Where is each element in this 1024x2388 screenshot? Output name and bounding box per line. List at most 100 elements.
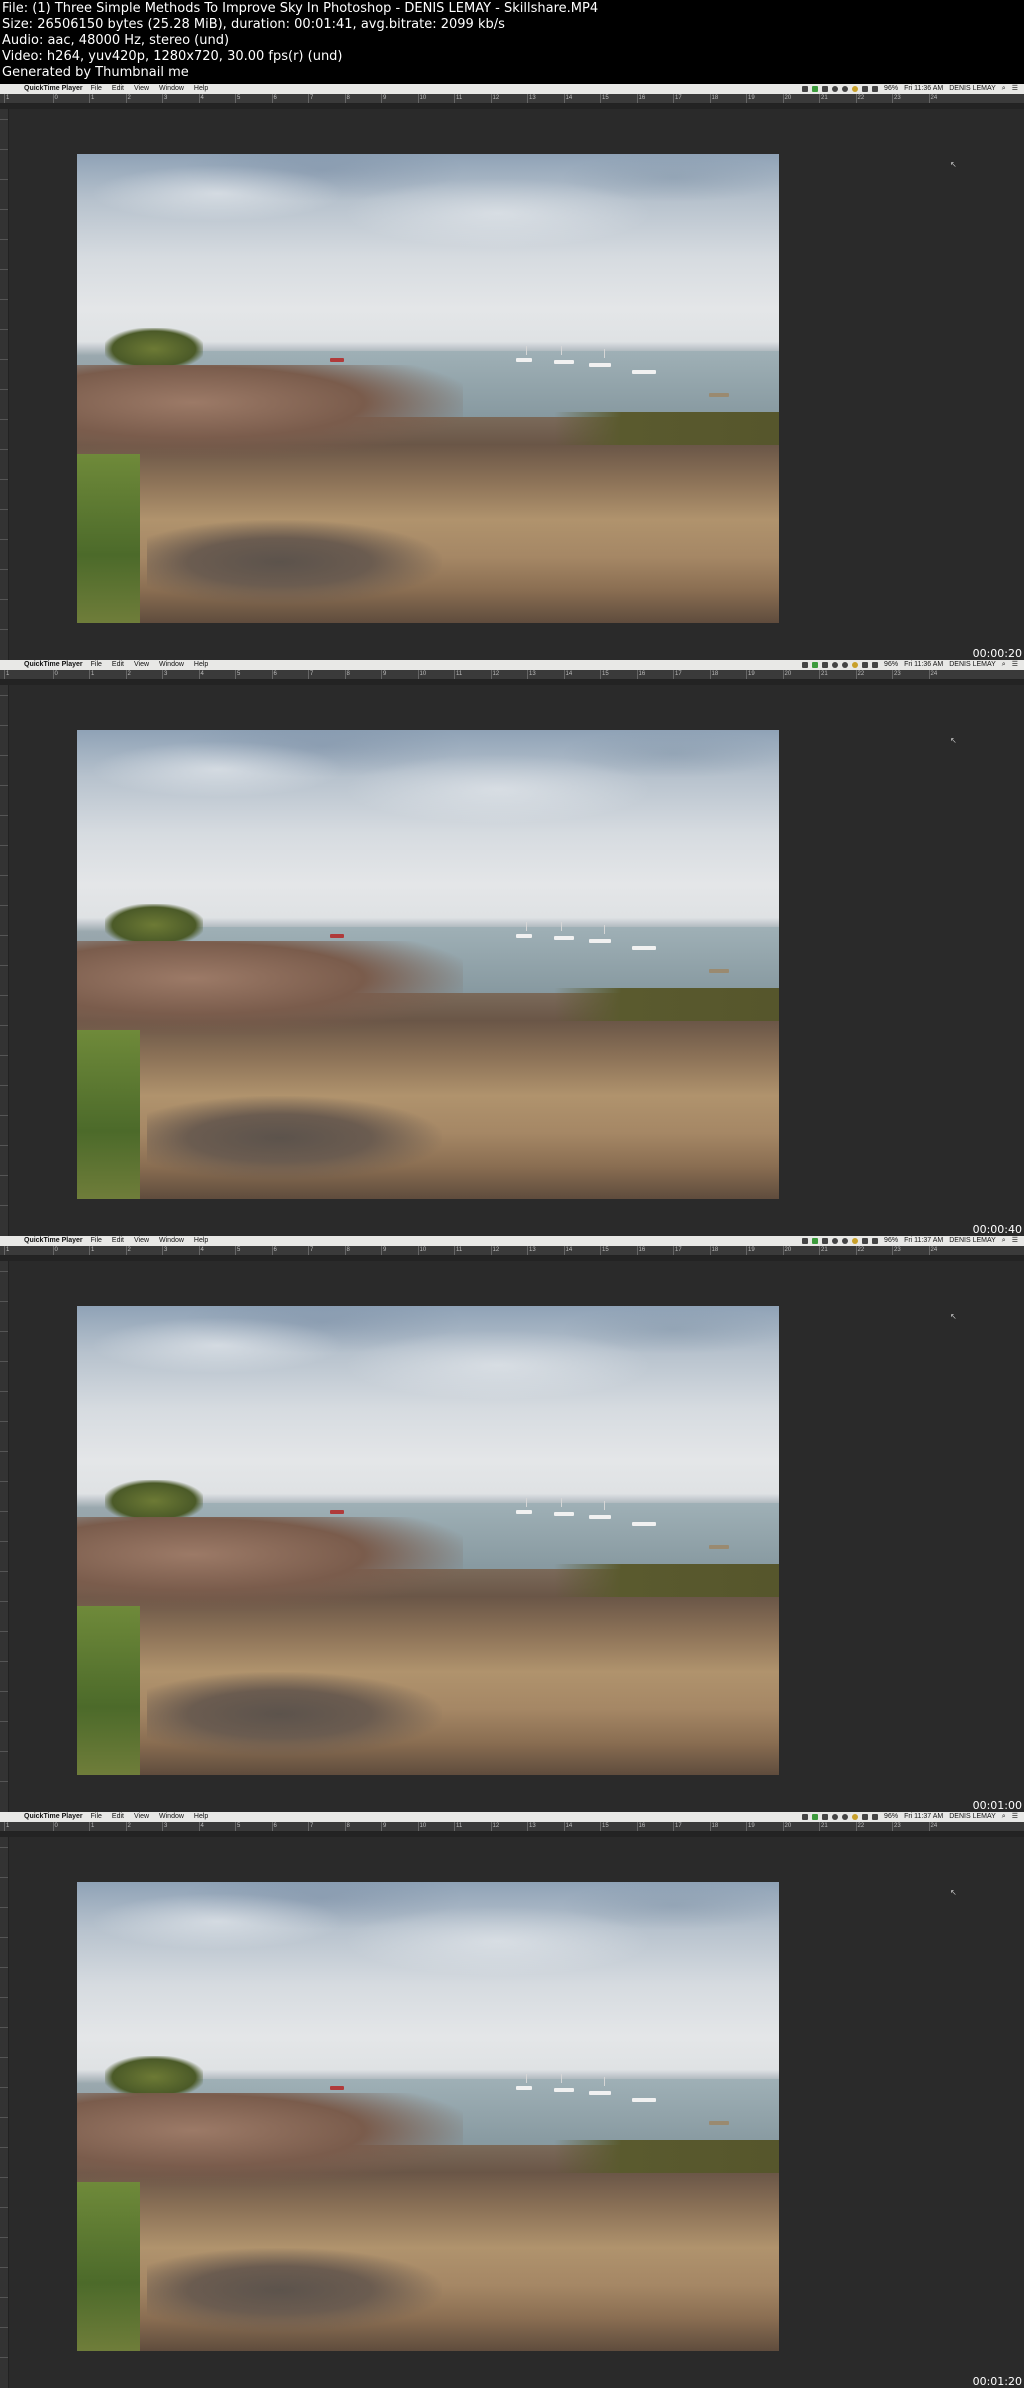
menu-item-help[interactable]: Help	[194, 1812, 208, 1822]
ruler-tick-label: 2	[125, 670, 131, 679]
boat	[554, 360, 575, 365]
ruler-tick-label: 3	[162, 1246, 168, 1255]
vertical-ruler-tick	[0, 1361, 8, 1362]
menu-item-help[interactable]: Help	[194, 1236, 208, 1246]
ruler-tick-label: 10	[417, 670, 427, 679]
green-app-icon[interactable]	[812, 662, 819, 668]
ruler-tick-label: 22	[855, 94, 865, 103]
search-icon[interactable]: ⌕	[1002, 84, 1006, 94]
menu-item-view[interactable]: View	[134, 660, 149, 670]
menu-app-name[interactable]: QuickTime Player	[24, 84, 83, 94]
menubar-clock[interactable]: Fri 11:36 AM	[904, 660, 943, 670]
menu-item-file[interactable]: File	[91, 84, 102, 94]
menu-app-name[interactable]: QuickTime Player	[24, 1236, 83, 1246]
search-icon[interactable]: ⌕	[1002, 1236, 1006, 1246]
battery-percent[interactable]: 96%	[884, 1236, 898, 1246]
video-frame: QuickTime Player File Edit View Window Help …	[0, 660, 1024, 1236]
gauge-icon[interactable]	[852, 1814, 859, 1820]
menu-item-help[interactable]: Help	[194, 660, 208, 670]
search-icon[interactable]: ⌕	[1002, 660, 1006, 670]
volume-icon[interactable]	[872, 1238, 879, 1244]
battery-percent[interactable]: 96%	[884, 660, 898, 670]
boat-mast	[561, 2074, 563, 2084]
menu-list-icon[interactable]: ☰	[1012, 1812, 1018, 1822]
video-frame: QuickTime Player File Edit View Window Help …	[0, 1812, 1024, 2388]
shield-icon[interactable]	[822, 662, 829, 668]
menu-list-icon[interactable]: ☰	[1012, 660, 1018, 670]
ruler-tick-label: 3	[162, 670, 168, 679]
battery-percent[interactable]: 96%	[884, 84, 898, 94]
boat	[708, 393, 729, 398]
menubar-user[interactable]: DENIS LEMAY	[949, 84, 996, 94]
menu-item-window[interactable]: Window	[159, 1812, 184, 1822]
wifi-icon[interactable]	[802, 662, 809, 668]
ruler-tick-label: 20	[782, 1822, 792, 1831]
menubar-user[interactable]: DENIS LEMAY	[949, 660, 996, 670]
menu-list-icon[interactable]: ☰	[1012, 84, 1018, 94]
volume-icon[interactable]	[872, 1814, 879, 1820]
vertical-ruler	[0, 1261, 9, 1812]
menu-app-name[interactable]: QuickTime Player	[24, 1812, 83, 1822]
vertical-ruler-tick	[0, 1301, 8, 1302]
cloud-icon[interactable]	[842, 662, 849, 668]
ruler-tick-label: 21	[819, 1246, 828, 1255]
ruler-tick-label: 21	[819, 1822, 828, 1831]
vertical-ruler	[0, 1837, 9, 2388]
bluetooth-icon[interactable]	[862, 662, 869, 668]
shield-icon[interactable]	[822, 1814, 829, 1820]
cloud-icon[interactable]	[842, 86, 849, 92]
shore-bush	[105, 2055, 204, 2098]
vertical-ruler-tick	[0, 539, 8, 540]
battery-percent[interactable]: 96%	[884, 1812, 898, 1822]
shield-icon[interactable]	[822, 86, 829, 92]
bluetooth-icon[interactable]	[862, 86, 869, 92]
menu-item-window[interactable]: Window	[159, 1236, 184, 1246]
gauge-icon[interactable]	[852, 1238, 859, 1244]
sync-icon[interactable]	[832, 86, 839, 92]
wifi-icon[interactable]	[802, 86, 809, 92]
shield-icon[interactable]	[822, 1238, 829, 1244]
green-app-icon[interactable]	[812, 86, 819, 92]
menubar-user[interactable]: DENIS LEMAY	[949, 1236, 996, 1246]
sync-icon[interactable]	[832, 662, 839, 668]
sync-icon[interactable]	[832, 1238, 839, 1244]
bluetooth-icon[interactable]	[862, 1238, 869, 1244]
menubar-clock[interactable]: Fri 11:36 AM	[904, 84, 943, 94]
cloud-icon[interactable]	[842, 1814, 849, 1820]
green-app-icon[interactable]	[812, 1814, 819, 1820]
volume-icon[interactable]	[872, 86, 879, 92]
volume-icon[interactable]	[872, 662, 879, 668]
menu-item-edit[interactable]: Edit	[112, 660, 124, 670]
vertical-ruler-tick	[0, 1205, 8, 1206]
seaweed-strip	[554, 1563, 779, 1597]
menu-item-edit[interactable]: Edit	[112, 1236, 124, 1246]
menubar-clock[interactable]: Fri 11:37 AM	[904, 1236, 943, 1246]
menu-item-file[interactable]: File	[91, 1812, 102, 1822]
menu-item-view[interactable]: View	[134, 1236, 149, 1246]
sync-icon[interactable]	[832, 1814, 839, 1820]
gauge-icon[interactable]	[852, 86, 859, 92]
menu-item-edit[interactable]: Edit	[112, 84, 124, 94]
menu-app-name[interactable]: QuickTime Player	[24, 660, 83, 670]
menu-item-view[interactable]: View	[134, 84, 149, 94]
menu-item-window[interactable]: Window	[159, 84, 184, 94]
green-app-icon[interactable]	[812, 1238, 819, 1244]
wifi-icon[interactable]	[802, 1814, 809, 1820]
wifi-icon[interactable]	[802, 1238, 809, 1244]
menu-item-edit[interactable]: Edit	[112, 1812, 124, 1822]
menu-item-file[interactable]: File	[91, 1236, 102, 1246]
menu-item-view[interactable]: View	[134, 1812, 149, 1822]
video-info-line: Video: h264, yuv420p, 1280x720, 30.00 fp…	[2, 49, 343, 64]
search-icon[interactable]: ⌕	[1002, 1812, 1006, 1822]
menu-item-help[interactable]: Help	[194, 84, 208, 94]
menubar-user[interactable]: DENIS LEMAY	[949, 1812, 996, 1822]
cloud-icon[interactable]	[842, 1238, 849, 1244]
menu-item-file[interactable]: File	[91, 660, 102, 670]
vertical-ruler-tick	[0, 359, 8, 360]
gauge-icon[interactable]	[852, 662, 859, 668]
menubar-clock[interactable]: Fri 11:37 AM	[904, 1812, 943, 1822]
shore-rocks	[77, 2093, 464, 2187]
menu-item-window[interactable]: Window	[159, 660, 184, 670]
bluetooth-icon[interactable]	[862, 1814, 869, 1820]
menu-list-icon[interactable]: ☰	[1012, 1236, 1018, 1246]
